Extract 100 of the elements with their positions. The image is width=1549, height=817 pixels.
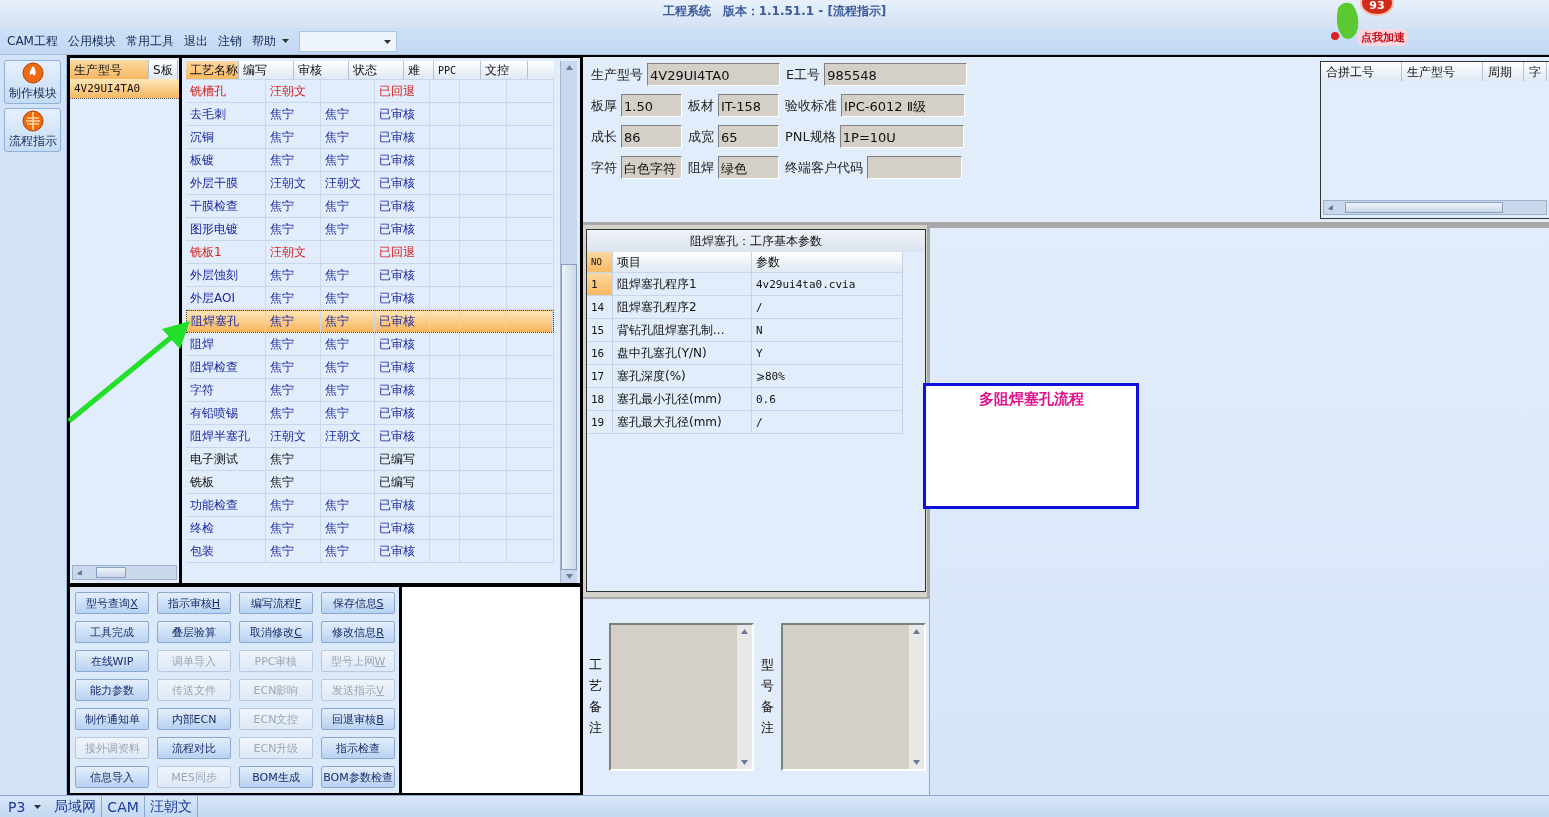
- scroll-left-icon[interactable]: [1328, 205, 1335, 210]
- column-header[interactable]: NO: [587, 252, 613, 272]
- table-row[interactable]: 19 塞孔最大孔径(mm) /: [587, 411, 903, 434]
- action-button[interactable]: 型号查询X: [75, 592, 149, 614]
- table-row[interactable]: 干膜检查 焦宁 焦宁 已审核: [186, 195, 554, 218]
- action-button[interactable]: 信息导入: [75, 766, 149, 788]
- action-button[interactable]: 回退审核B: [321, 708, 395, 730]
- column-header[interactable]: 周期: [1483, 62, 1524, 81]
- action-button[interactable]: 在线WIP: [75, 650, 149, 672]
- action-button[interactable]: BOM参数检查: [321, 766, 395, 788]
- action-button[interactable]: 保存信息S: [321, 592, 395, 614]
- action-button[interactable]: 指示检查: [321, 737, 395, 759]
- scrollbar[interactable]: [72, 565, 177, 580]
- speed-up-link[interactable]: 点我加速: [1358, 29, 1408, 46]
- scroll-down-icon[interactable]: [565, 574, 573, 579]
- table-row[interactable]: 外层干膜 汪朝文 汪朝文 已审核: [186, 172, 554, 195]
- column-header[interactable]: 生产型号: [1402, 62, 1483, 81]
- column-header[interactable]: 参数: [752, 252, 903, 272]
- table-row[interactable]: 板镀 焦宁 焦宁 已审核: [186, 149, 554, 172]
- scrollbar[interactable]: [560, 61, 577, 583]
- column-header[interactable]: 合拼工号: [1321, 62, 1402, 81]
- table-row[interactable]: 14 阻焊塞孔程序2 /: [587, 296, 903, 319]
- column-header[interactable]: S板: [149, 60, 178, 79]
- scroll-left-icon[interactable]: [77, 570, 84, 575]
- table-row[interactable]: 15 背钻孔阻焊塞孔制... N: [587, 319, 903, 342]
- table-row[interactable]: 铣板 焦宁 已编写: [186, 471, 554, 494]
- action-button[interactable]: 编写流程F: [239, 592, 313, 614]
- text-area[interactable]: [609, 623, 754, 771]
- text-area[interactable]: [781, 623, 926, 771]
- table-row[interactable]: 去毛刺 焦宁 焦宁 已审核: [186, 103, 554, 126]
- column-header[interactable]: 编写: [239, 61, 294, 79]
- table-row[interactable]: 16 盘中孔塞孔(Y/N) Y: [587, 342, 903, 365]
- column-header[interactable]: 状态: [349, 61, 404, 79]
- input-field[interactable]: 65: [718, 125, 779, 148]
- action-button[interactable]: BOM生成: [239, 766, 313, 788]
- page-indicator[interactable]: P3: [0, 796, 31, 817]
- table-row[interactable]: 终检 焦宁 焦宁 已审核: [186, 517, 554, 540]
- action-button[interactable]: 能力参数: [75, 679, 149, 701]
- menu-item[interactable]: CAM工程: [7, 32, 58, 50]
- action-button[interactable]: 指示审核H: [157, 592, 231, 614]
- action-button[interactable]: 制作通知单: [75, 708, 149, 730]
- scroll-up-icon[interactable]: [741, 629, 748, 634]
- table-row[interactable]: 有铅喷锡 焦宁 焦宁 已审核: [186, 402, 554, 425]
- table-row[interactable]: 阻焊 焦宁 焦宁 已审核: [186, 333, 554, 356]
- input-field[interactable]: 绿色: [718, 156, 779, 179]
- column-header[interactable]: 文控: [481, 61, 528, 79]
- table-row[interactable]: 外层蚀刻 焦宁 焦宁 已审核: [186, 264, 554, 287]
- scroll-up-icon[interactable]: [913, 629, 920, 634]
- action-button[interactable]: 叠层验算: [157, 621, 231, 643]
- nav-button[interactable]: 制作模块: [4, 60, 61, 104]
- scroll-down-icon[interactable]: [913, 760, 920, 765]
- scrollbar[interactable]: [1323, 200, 1547, 215]
- table-row[interactable]: 功能检查 焦宁 焦宁 已审核: [186, 494, 554, 517]
- input-field[interactable]: IT-158: [718, 94, 779, 117]
- table-row[interactable]: 包装 焦宁 焦宁 已审核: [186, 540, 554, 563]
- table-row[interactable]: 字符 焦宁 焦宁 已审核: [186, 379, 554, 402]
- input-field[interactable]: 4V29UI4TA0: [647, 63, 780, 86]
- scroll-up-icon[interactable]: [565, 65, 573, 70]
- menu-item[interactable]: 注销: [217, 32, 242, 50]
- nav-button[interactable]: 流程指示: [4, 108, 61, 152]
- dropdown-field[interactable]: [298, 30, 397, 52]
- action-button[interactable]: 流程对比: [157, 737, 231, 759]
- column-header[interactable]: 难: [404, 61, 434, 79]
- table-row[interactable]: 17 塞孔深度(%) ⩾80%: [587, 365, 903, 388]
- menu-item[interactable]: 常用工具: [125, 32, 174, 50]
- input-field[interactable]: IPC-6012 Ⅱ级: [841, 94, 965, 117]
- column-header[interactable]: PPC: [434, 61, 481, 79]
- input-field[interactable]: 1.50: [621, 94, 682, 117]
- column-header[interactable]: 审核: [294, 61, 349, 79]
- menu-item[interactable]: 帮助: [251, 32, 276, 50]
- table-row[interactable]: 图形电镀 焦宁 焦宁 已审核: [186, 218, 554, 241]
- action-button[interactable]: 修改信息R: [321, 621, 395, 643]
- table-row[interactable]: 阻焊塞孔 焦宁 焦宁 已审核: [186, 310, 554, 333]
- table-row[interactable]: 沉铜 焦宁 焦宁 已审核: [186, 126, 554, 149]
- column-header[interactable]: 项目: [613, 252, 752, 272]
- menu-item[interactable]: 公用模块: [67, 32, 116, 50]
- column-header[interactable]: 字: [1524, 62, 1547, 81]
- caret-icon[interactable]: [34, 804, 42, 809]
- action-button[interactable]: 内部ECN: [157, 708, 231, 730]
- table-row[interactable]: 阻焊检查 焦宁 焦宁 已审核: [186, 356, 554, 379]
- table-row[interactable]: 1 阻焊塞孔程序1 4v29ui4ta0.cvia: [587, 273, 903, 296]
- input-field[interactable]: [867, 156, 962, 179]
- caret-icon[interactable]: [281, 39, 289, 43]
- menu-item[interactable]: 退出: [183, 32, 208, 50]
- input-field[interactable]: 1P=10U: [839, 125, 964, 148]
- column-header[interactable]: 生产型号: [70, 60, 149, 79]
- input-field[interactable]: 白色字符: [621, 156, 682, 179]
- input-field[interactable]: 86: [621, 125, 682, 148]
- table-row[interactable]: 铣槽孔 汪朝文 已回退: [186, 80, 554, 103]
- caret-icon[interactable]: [383, 39, 391, 44]
- table-row[interactable]: 铣板1 汪朝文 已回退: [186, 241, 554, 264]
- column-header[interactable]: 工艺名称: [186, 61, 239, 79]
- table-row[interactable]: 18 塞孔最小孔径(mm) 0.6: [587, 388, 903, 411]
- table-row[interactable]: 阻焊半塞孔 汪朝文 汪朝文 已审核: [186, 425, 554, 448]
- scroll-down-icon[interactable]: [741, 760, 748, 765]
- action-button[interactable]: 取消修改C: [239, 621, 313, 643]
- input-field[interactable]: 985548: [824, 63, 968, 86]
- action-button[interactable]: 工具完成: [75, 621, 149, 643]
- list-row[interactable]: 4V29UI4TA0: [70, 79, 179, 99]
- table-row[interactable]: 电子测试 焦宁 已编写: [186, 448, 554, 471]
